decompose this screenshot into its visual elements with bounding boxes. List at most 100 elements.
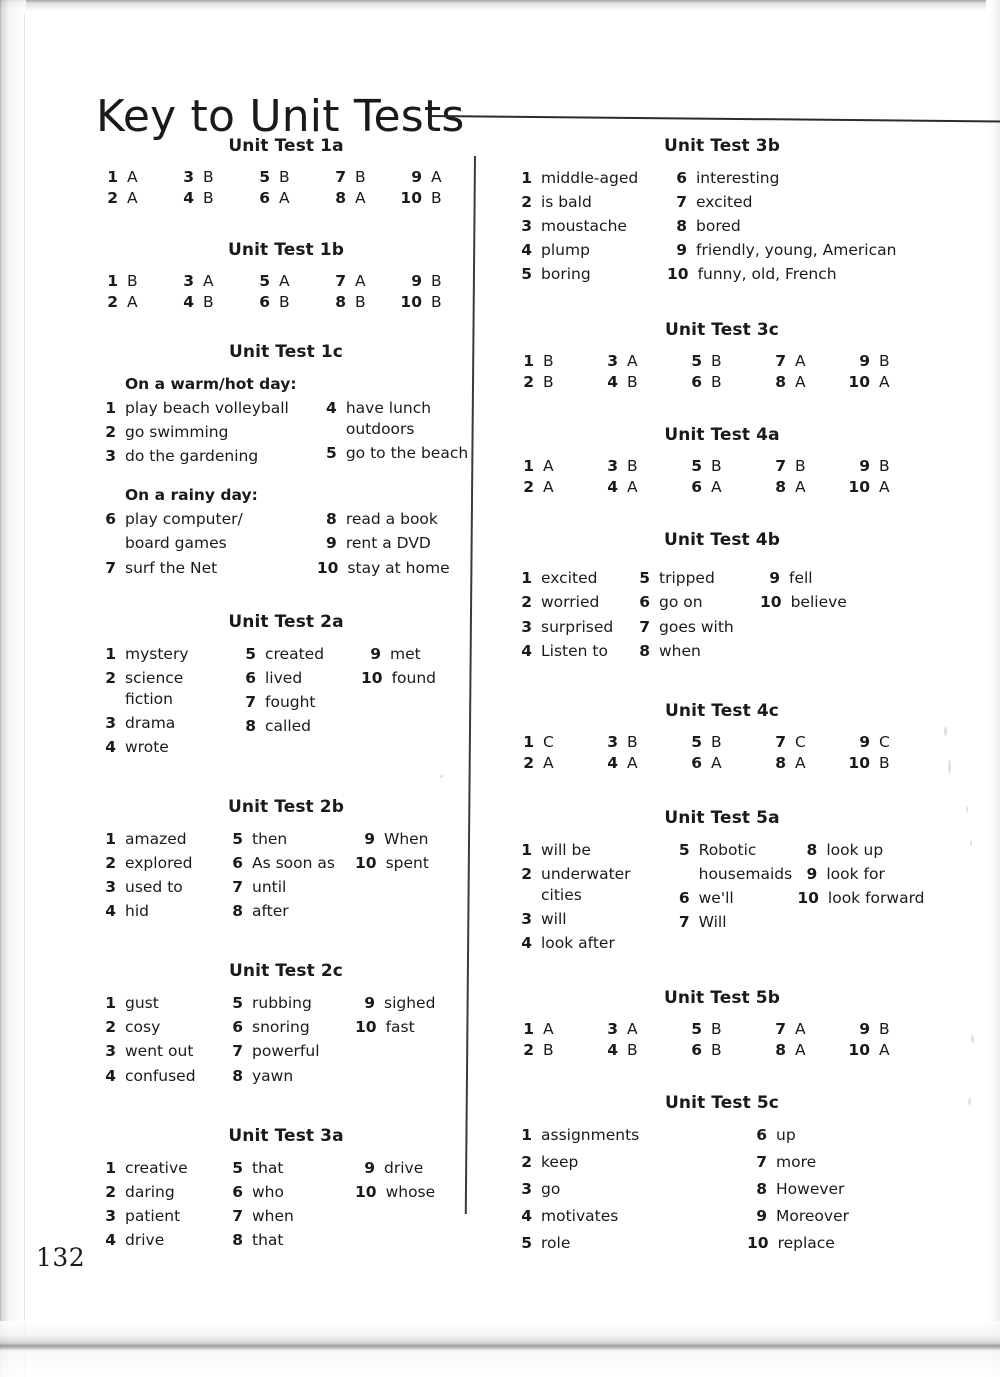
answer-value: A [795,373,806,392]
list-item: 3 moustache [512,216,667,237]
answer-cell: 7A [324,272,400,290]
answer-number: 10 [848,373,870,392]
list-item: 4 have lunch outdoors [317,398,476,440]
item-number: 7 [245,692,256,711]
answer-value: B [543,352,554,371]
answer-value: B [879,1020,890,1039]
answer-cell: 10 A [848,1041,932,1059]
list-item: 6 lived [236,668,361,689]
answer-cell: 10 A [848,478,932,496]
item-number: 8 [676,217,687,236]
answer-value: A [627,1020,638,1039]
list-item: 2 go swimming [96,422,317,443]
item-text: Robotic [698,840,757,859]
item-text: used to [125,878,183,897]
scan-edge-top [0,0,1000,12]
item-number: 10 [667,265,689,284]
answer-value: B [203,168,214,186]
list-item: 3 will [512,909,670,930]
item-text: role [541,1234,571,1253]
item-number: 2 [521,1153,532,1172]
test-block-3a: Unit Test 3a 1 creative 2 daring 3 patient … [96,1126,476,1254]
word-column: 1 assignments 2 keep 3 go 4 motivates 5 role [512,1125,747,1260]
item-text: fast [385,1018,415,1037]
list-item: 9 Moreover [747,1206,932,1227]
subheading-warm-day: On a warm/hot day: [125,375,297,393]
item-number: 2 [105,1018,116,1037]
answer-value: B [355,168,366,186]
item-number: 7 [105,558,116,577]
item-text: lived [265,668,303,687]
item-text: fought [265,692,316,711]
answer-number: 8 [775,753,786,772]
answer-grid-3c: 1B 3A 5B 7A 9B 2B 4B 6B 8A 10 A [512,352,932,391]
item-text: believe [790,593,847,612]
list-item: 4 drive [96,1230,223,1251]
test-block-2c: Unit Test 2c 1 gust 2 cosy 3 went out 4 conf… [96,961,476,1089]
item-text: that [252,1158,284,1177]
answer-cell: 7A [764,352,848,370]
answer-number: 1 [523,732,534,751]
answer-cell: 6A [680,478,764,496]
item-text: when [659,641,701,660]
item-number: 4 [521,1207,532,1226]
answer-value: B [795,457,806,476]
item-text: Moreover [776,1207,849,1226]
item-text: do the gardening [125,447,259,466]
answer-value: A [711,478,722,497]
list-item: 2 worried [512,592,630,613]
test-block-4c: Unit Test 4c 1C 3B 5B 7C 9C 2A 4A 6A 8A … [512,701,932,772]
item-text-continuation: board games [125,534,227,553]
list-item: 7 excited [667,192,932,213]
test-heading-1a: Unit Test 1a [228,136,344,156]
page-number: 132 [36,1243,86,1272]
item-text: bored [696,217,741,236]
item-text: drive [384,1158,424,1177]
list-item: 4 look after [512,933,670,954]
item-text: called [265,716,312,735]
answer-number: 6 [691,373,702,392]
item-number: 9 [364,1158,375,1177]
scan-speck [966,806,968,813]
answer-cell: 7B [764,457,848,475]
answer-number: 1 [523,1020,534,1039]
item-number: 8 [232,1230,243,1249]
item-number: 7 [678,912,690,931]
item-number: 4 [521,241,532,260]
answer-value: A [795,1041,806,1060]
list-item: 5 go to the beach [317,443,476,464]
answer-value: A [543,1020,554,1039]
item-number: 2 [521,864,532,883]
answer-value: B [627,1041,638,1060]
list-item: 1 play beach volleyball [96,398,317,419]
item-number: 9 [326,534,337,553]
test-heading-3b: Unit Test 3b [663,136,780,156]
list-item: 10 look forward [797,888,932,909]
word-column: 6 play computer/ board games 7 surf the Ne… [96,509,317,581]
item-text: play beach volleyball [125,399,289,418]
test-heading-4c: Unit Test 4c [665,700,779,721]
list-item: 6 go on [630,592,760,613]
item-number: 2 [105,854,116,873]
item-number: 7 [232,1206,243,1225]
answer-grid-4a: 1A 3B 5B 7B 9B 2A 4A 6A 8A 10 A [512,457,932,496]
list-item: 10 believe [760,592,880,613]
list-item: 10 whose [355,1182,465,1203]
word-column: 9 met 10 found [361,644,471,761]
answer-cell: 8B [324,293,400,311]
answer-cell: 3B [172,168,248,186]
item-text: excited [541,569,598,588]
item-text: worried [541,593,600,612]
list-item: 8 look up [797,840,932,861]
answer-number: 10 [848,753,870,772]
answer-value: A [711,753,722,772]
item-number: 6 [105,510,116,529]
answer-number: 8 [775,1041,786,1060]
test-heading-2b: Unit Test 2b [227,797,344,818]
item-number: 6 [639,593,650,612]
answer-cell: 2A [512,754,596,772]
